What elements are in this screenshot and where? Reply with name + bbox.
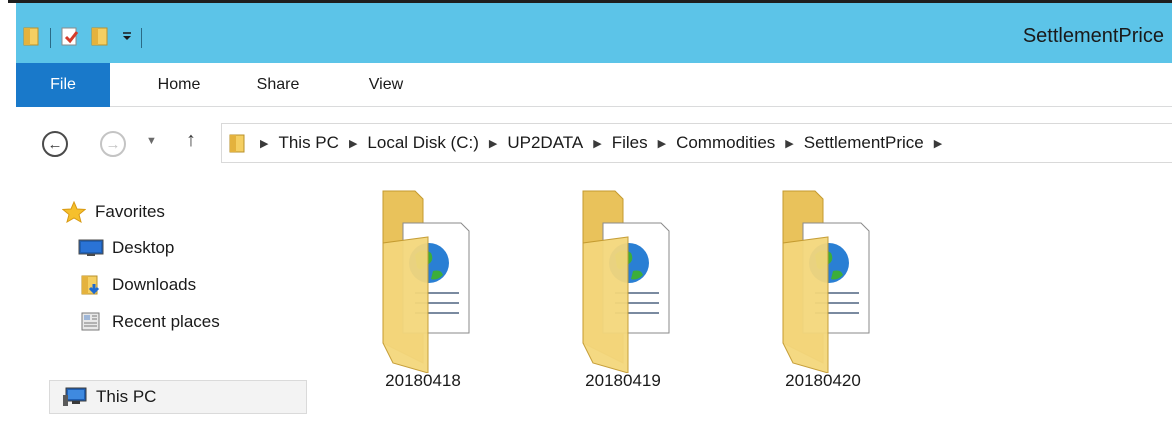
folder-item[interactable]: 20180420 xyxy=(748,183,898,393)
location-folder-icon xyxy=(228,132,248,154)
breadcrumb-separator-icon[interactable]: ▶ xyxy=(934,137,942,150)
toolbar-separator xyxy=(50,28,51,48)
desktop-icon xyxy=(78,237,104,259)
breadcrumb-local-disk[interactable]: Local Disk (C:) xyxy=(367,133,478,153)
back-arrow-icon[interactable]: ← xyxy=(42,131,68,157)
toolbar-separator xyxy=(141,28,142,48)
nav-downloads-label: Downloads xyxy=(112,275,197,294)
title-bar: SettlementPrice xyxy=(16,3,1172,63)
breadcrumb-commodities[interactable]: Commodities xyxy=(676,133,775,153)
nav-this-pc[interactable]: This PC xyxy=(49,380,307,414)
address-bar[interactable]: ▶ This PC ▶ Local Disk (C:) ▶ UP2DATA ▶ … xyxy=(221,123,1172,163)
tab-share[interactable]: Share xyxy=(239,63,317,107)
forward-arrow-icon[interactable]: → xyxy=(100,131,126,157)
quick-access-toolbar xyxy=(22,25,150,51)
recent-places-icon xyxy=(78,311,104,333)
navigation-pane: Favorites Desktop Downloads Recent place… xyxy=(16,177,316,422)
web-folder-icon xyxy=(582,190,670,373)
breadcrumb-this-pc[interactable]: This PC xyxy=(278,133,338,153)
breadcrumb-separator-icon[interactable]: ▶ xyxy=(349,137,357,150)
breadcrumb-separator-icon[interactable]: ▶ xyxy=(658,137,666,150)
breadcrumb-up2data[interactable]: UP2DATA xyxy=(507,133,583,153)
nav-recent-places[interactable]: Recent places xyxy=(78,307,220,337)
folder-name: 20180420 xyxy=(785,371,861,390)
folder-item[interactable]: 20180418 xyxy=(348,183,498,393)
breadcrumb-separator-icon[interactable]: ▶ xyxy=(785,137,793,150)
window-title: SettlementPrice xyxy=(1022,25,1164,47)
breadcrumb-separator-icon[interactable]: ▶ xyxy=(489,137,497,150)
file-list: 20180418 20180419 20180420 xyxy=(316,177,1172,422)
breadcrumb-separator-icon[interactable]: ▶ xyxy=(593,137,601,150)
explorer-window: SettlementPrice File Home Share View ← →… xyxy=(0,0,1172,422)
nav-desktop-label: Desktop xyxy=(112,238,175,257)
nav-desktop[interactable]: Desktop xyxy=(78,233,174,263)
web-folder-icon xyxy=(782,190,870,373)
new-folder-icon[interactable] xyxy=(89,25,111,52)
customize-dropdown-icon[interactable] xyxy=(121,29,133,48)
nav-this-pc-label: This PC xyxy=(96,387,157,406)
tab-home[interactable]: Home xyxy=(136,63,222,107)
nav-recent-places-label: Recent places xyxy=(112,312,220,331)
ribbon-tabs: File Home Share View xyxy=(16,63,1172,107)
properties-icon[interactable] xyxy=(59,25,81,52)
tab-view[interactable]: View xyxy=(346,63,426,107)
breadcrumb-files[interactable]: Files xyxy=(612,133,648,153)
up-arrow-icon[interactable]: ↑ xyxy=(186,129,196,152)
breadcrumb-settlementprice[interactable]: SettlementPrice xyxy=(804,133,924,153)
recent-locations-chevron-icon[interactable]: ▼ xyxy=(146,135,157,147)
folder-icon[interactable] xyxy=(22,25,42,52)
folder-name: 20180419 xyxy=(585,371,661,390)
nav-favorites[interactable]: Favorites xyxy=(61,197,165,227)
nav-favorites-label: Favorites xyxy=(95,202,165,221)
downloads-icon xyxy=(78,274,104,296)
nav-downloads[interactable]: Downloads xyxy=(78,270,196,300)
folder-item[interactable]: 20180419 xyxy=(548,183,698,393)
this-pc-icon xyxy=(62,387,88,407)
web-folder-icon xyxy=(382,190,470,373)
star-icon xyxy=(61,201,87,223)
folder-name: 20180418 xyxy=(385,371,461,390)
navigation-bar: ← → ▼ ↑ ▶ This PC ▶ Local Disk (C:) ▶ UP… xyxy=(16,107,1172,177)
tab-file[interactable]: File xyxy=(16,63,110,107)
breadcrumb-separator-icon[interactable]: ▶ xyxy=(260,137,268,150)
